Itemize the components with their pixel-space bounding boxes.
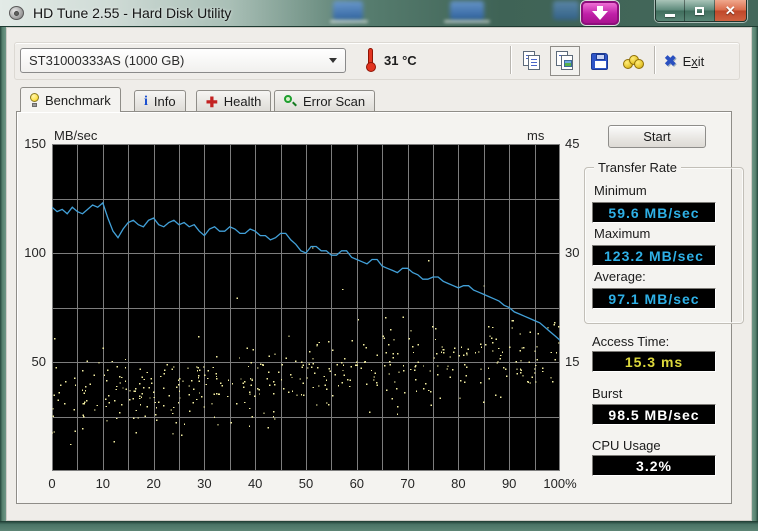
x-axis-tick-label: 0 — [48, 476, 56, 491]
window-frame-bottom — [0, 521, 758, 531]
copy-text-button[interactable] — [518, 47, 545, 75]
save-screenshot-button[interactable] — [586, 47, 613, 75]
temperature-value: 31 °C — [384, 53, 417, 68]
x-axis-tick-label: 20 — [146, 476, 161, 491]
minimize-button[interactable] — [656, 0, 686, 21]
left-axis-tick-label: 150 — [24, 136, 46, 151]
maximize-button[interactable] — [685, 0, 715, 21]
desktop-icon-label-blur — [444, 20, 490, 23]
thermometer-icon — [364, 46, 378, 74]
x-axis-tick-label: 40 — [247, 476, 263, 491]
drive-selector-dropdown[interactable]: ST31000333AS (1000 GB) — [20, 48, 346, 73]
burst-value: 98.5 MB/sec — [592, 404, 716, 425]
donate-coins-icon — [622, 53, 645, 70]
tab-benchmark[interactable]: Benchmark — [20, 87, 121, 112]
transfer-rate-group-label: Transfer Rate — [594, 160, 681, 175]
maximum-label: Maximum — [594, 226, 651, 241]
burst-label: Burst — [592, 386, 623, 401]
copy-image-icon — [556, 51, 574, 71]
tab-health[interactable]: ✚ Health — [196, 90, 272, 112]
drive-selector-value: ST31000333AS (1000 GB) — [29, 53, 185, 68]
tab-error-scan[interactable]: Error Scan — [274, 90, 376, 112]
window-controls: ✕ — [655, 0, 747, 22]
close-icon: ✕ — [724, 2, 736, 18]
lightbulb-icon — [30, 93, 39, 107]
desktop-icon-blur — [553, 1, 579, 20]
desktop-icon-label-blur — [330, 20, 368, 23]
right-axis-tick-label: 15 — [565, 354, 580, 369]
x-axis-tick-label: 90 — [501, 476, 517, 491]
left-axis-tick-label: 50 — [31, 354, 46, 369]
close-button[interactable]: ✕ — [714, 0, 746, 21]
tab-label: Benchmark — [45, 92, 111, 108]
x-axis-tick-label: 10 — [95, 476, 111, 491]
minimize-icon — [665, 13, 676, 17]
access-time-label: Access Time: — [592, 334, 670, 349]
plot-svg — [51, 144, 561, 471]
chevron-down-icon — [329, 58, 337, 67]
left-axis-tick-label: 100 — [24, 245, 46, 260]
donate-button[interactable] — [620, 47, 647, 75]
x-axis-tick-label: 80 — [451, 476, 466, 491]
toolbar-separator — [654, 46, 655, 74]
hd-tune-window: { "window": { "title": "HD Tune 2.55 - H… — [0, 0, 758, 531]
desktop-icon-blur — [333, 1, 363, 20]
desktop-icon-blur — [450, 1, 484, 20]
copy-text-icon — [522, 51, 541, 71]
exit-icon: ✖ — [664, 53, 677, 70]
exit-label: Exit — [682, 53, 705, 69]
app-icon — [8, 4, 26, 22]
tab-label: Health — [223, 94, 262, 109]
window-titlebar: HD Tune 2.55 - Hard Disk Utility ✕ — [0, 0, 758, 27]
minimum-label: Minimum — [594, 183, 647, 198]
copy-screenshot-button[interactable] — [550, 46, 580, 76]
window-title: HD Tune 2.55 - Hard Disk Utility — [33, 5, 232, 21]
x-axis-tick-label: 70 — [400, 476, 415, 491]
cpu-usage-label: CPU Usage — [592, 438, 661, 453]
maximize-icon — [695, 6, 705, 15]
tab-info[interactable]: i Info — [134, 90, 186, 112]
x-axis-tick-label: 50 — [298, 476, 314, 491]
x-axis-tick-label: 60 — [349, 476, 365, 491]
x-axis-tick-label: 100% — [543, 476, 577, 491]
x-axis-tick-label: 30 — [197, 476, 212, 491]
benchmark-plot — [51, 144, 561, 471]
save-icon — [591, 52, 608, 70]
window-frame-right — [752, 27, 758, 521]
maximum-value: 123.2 MB/sec — [592, 245, 716, 266]
left-axis-unit: MB/sec — [54, 128, 98, 143]
exit-button[interactable]: ✖ Exit — [664, 48, 704, 74]
start-button[interactable]: Start — [608, 125, 706, 148]
tab-label: Error Scan — [303, 94, 366, 109]
info-icon: i — [144, 93, 148, 109]
health-cross-icon: ✚ — [206, 93, 218, 110]
right-axis-tick-label: 45 — [565, 136, 580, 151]
tab-label: Info — [153, 94, 176, 109]
minimum-value: 59.6 MB/sec — [592, 202, 716, 223]
screen-capture-button[interactable] — [581, 1, 619, 25]
cpu-usage-value: 3.2% — [592, 455, 716, 476]
right-axis-unit: ms — [527, 128, 545, 143]
toolbar-separator — [510, 46, 511, 74]
access-time-value: 15.3 ms — [592, 351, 716, 372]
average-value: 97.1 MB/sec — [592, 288, 716, 309]
magnifier-icon — [284, 95, 297, 108]
average-label: Average: — [594, 269, 646, 284]
right-axis-tick-label: 30 — [565, 245, 580, 260]
